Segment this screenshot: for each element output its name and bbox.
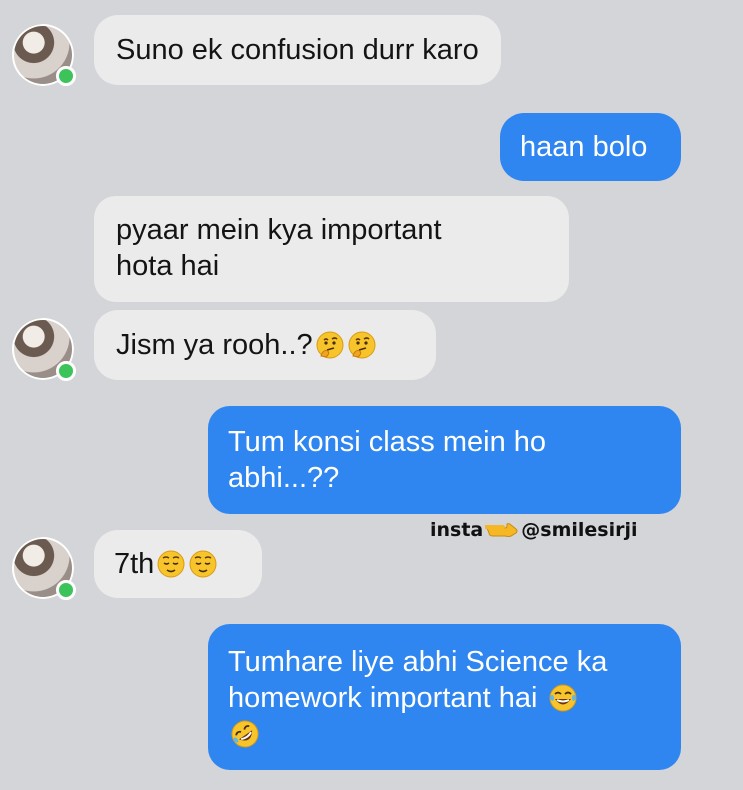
thinking-face-emoji xyxy=(315,330,345,360)
message-bubble-outgoing[interactable]: Tum konsi class mein ho abhi...?? xyxy=(208,406,681,514)
message-bubble-outgoing[interactable]: haan bolo xyxy=(500,113,681,181)
relieved-face-emoji xyxy=(156,549,186,579)
message-text-line: abhi...?? xyxy=(228,462,340,494)
online-status-indicator xyxy=(56,361,76,381)
message-bubble-outgoing[interactable]: Tumhare liye abhi Science ka homework im… xyxy=(208,624,681,770)
message-bubble-incoming[interactable]: 7th xyxy=(94,530,262,598)
message-text-line: Tum konsi class mein ho xyxy=(228,426,547,458)
message-text-line: Tumhare liye abhi Science ka xyxy=(228,646,608,678)
rolling-laughing-emoji xyxy=(230,719,260,749)
message-text-line: pyaar mein kya important xyxy=(116,214,442,246)
message-text: Suno ek confusion durr karo xyxy=(116,34,479,66)
watermark-prefix: insta xyxy=(430,519,484,541)
watermark: insta @smilesirji xyxy=(430,519,638,541)
message-text-line: hota hai xyxy=(116,250,220,282)
watermark-handle: @smilesirji xyxy=(521,519,638,541)
thinking-face-emoji xyxy=(347,330,377,360)
message-text: 7th xyxy=(114,548,155,580)
online-status-indicator xyxy=(56,66,76,86)
message-text: haan bolo xyxy=(520,131,648,163)
tears-of-joy-emoji xyxy=(548,683,578,713)
message-text-line: homework important hai xyxy=(228,682,538,714)
message-bubble-incoming[interactable]: Suno ek confusion durr karo xyxy=(94,15,501,85)
online-status-indicator xyxy=(56,580,76,600)
message-text: Jism ya rooh..? xyxy=(116,329,313,361)
pointing-hand-icon xyxy=(484,519,519,539)
message-bubble-incoming[interactable]: pyaar mein kya important hota hai xyxy=(94,196,569,302)
relieved-face-emoji xyxy=(188,549,218,579)
message-bubble-incoming[interactable]: Jism ya rooh..? xyxy=(94,310,436,380)
